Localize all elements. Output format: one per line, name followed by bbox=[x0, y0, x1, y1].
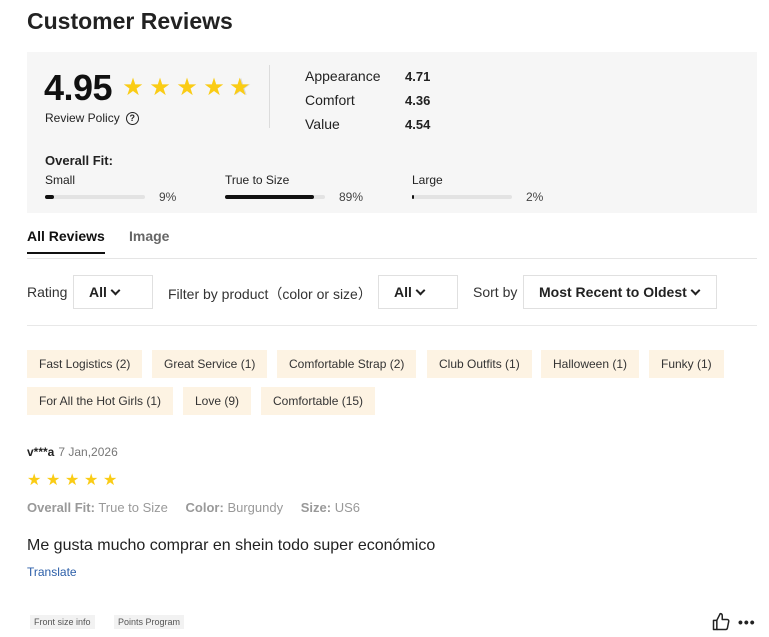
metric-row: Appearance 4.71 bbox=[305, 64, 430, 88]
chevron-down-icon bbox=[415, 285, 426, 295]
review-item: v***a 7 Jan,2026 ★ ★ ★ ★ ★ Overall Fit: T… bbox=[27, 445, 757, 579]
fit-key: Overall Fit: bbox=[27, 500, 95, 515]
metric-value: 4.71 bbox=[405, 68, 431, 84]
fit-percent: 89% bbox=[339, 190, 364, 204]
tab-all-reviews[interactable]: All Reviews bbox=[27, 228, 105, 254]
sort-label: Sort by bbox=[473, 284, 518, 300]
fit-progress-bar bbox=[45, 195, 145, 199]
reviewer-name: v***a bbox=[27, 445, 55, 459]
star-icon: ★ bbox=[84, 472, 99, 489]
size-value: US6 bbox=[334, 500, 360, 515]
chevron-down-icon bbox=[110, 285, 121, 295]
product-filter-label: Filter by product（color or size） bbox=[168, 286, 372, 302]
summary-divider bbox=[269, 65, 270, 128]
review-date: 7 Jan,2026 bbox=[58, 445, 118, 459]
review-policy-label: Review Policy bbox=[45, 111, 120, 125]
review-stars: ★ ★ ★ ★ ★ bbox=[27, 473, 117, 489]
star-icon: ★ bbox=[122, 74, 144, 101]
review-tag[interactable]: Club Outfits (1) bbox=[427, 350, 532, 378]
fit-progress-bar bbox=[412, 195, 512, 199]
fit-label: Large bbox=[412, 173, 443, 187]
reviewer-line: v***a 7 Jan,2026 bbox=[27, 445, 757, 459]
review-tabs: All Reviews Image bbox=[27, 228, 757, 259]
rating-filter-label: Rating bbox=[27, 284, 68, 300]
review-tag[interactable]: Love (9) bbox=[183, 387, 252, 415]
fit-small: Small 9% bbox=[45, 173, 176, 204]
chevron-down-icon bbox=[690, 285, 701, 295]
star-icon: ★ bbox=[103, 472, 118, 489]
overall-rating-stars: ★ ★ ★ ★ ★ ★ bbox=[121, 76, 253, 100]
translate-link[interactable]: Translate bbox=[27, 565, 77, 579]
review-tag[interactable]: Halloween (1) bbox=[541, 350, 640, 378]
product-filter-select[interactable]: All bbox=[378, 275, 458, 309]
review-tag[interactable]: Fast Logistics (2) bbox=[27, 350, 143, 378]
fit-percent: 9% bbox=[159, 190, 177, 204]
review-policy-link[interactable]: Review Policy ? bbox=[45, 111, 139, 125]
review-tag[interactable]: For All the Hot Girls (1) bbox=[27, 387, 174, 415]
fit-value: True to Size bbox=[98, 500, 168, 515]
overall-fit-title: Overall Fit: bbox=[45, 153, 113, 168]
size-key: Size: bbox=[300, 500, 332, 515]
product-filter-value: All bbox=[394, 284, 412, 300]
thumbs-up-icon[interactable] bbox=[711, 612, 731, 637]
fit-label: Small bbox=[45, 173, 76, 187]
rating-metrics: Appearance 4.71 Comfort 4.36 Value 4.54 bbox=[305, 64, 430, 136]
filter-bar: Rating All Filter by product（color or si… bbox=[27, 275, 757, 309]
fit-progress-bar bbox=[225, 195, 325, 199]
review-text: Me gusta mucho comprar en shein todo sup… bbox=[27, 537, 436, 554]
review-tag[interactable]: Great Service (1) bbox=[152, 350, 268, 378]
sort-select[interactable]: Most Recent to Oldest bbox=[523, 275, 717, 309]
fit-true-to-size: True to Size 89% bbox=[225, 173, 363, 204]
metric-row: Value 4.54 bbox=[305, 112, 430, 136]
tab-image[interactable]: Image bbox=[129, 228, 169, 252]
help-circle-icon: ? bbox=[125, 111, 139, 125]
rating-filter-select[interactable]: All bbox=[73, 275, 153, 309]
rating-summary-panel: 4.95 ★ ★ ★ ★ ★ ★ Review Policy ? Appearan… bbox=[27, 52, 757, 213]
color-key: Color: bbox=[185, 500, 224, 515]
review-tag[interactable]: Funky (1) bbox=[649, 350, 724, 378]
metric-label: Comfort bbox=[305, 92, 355, 108]
fit-label: True to Size bbox=[225, 173, 290, 187]
metric-label: Value bbox=[305, 116, 340, 132]
metric-value: 4.54 bbox=[405, 116, 431, 132]
metric-row: Comfort 4.36 bbox=[305, 88, 430, 112]
review-tag[interactable]: Comfortable Strap (2) bbox=[277, 350, 417, 378]
star-icon: ★ ★ bbox=[229, 74, 252, 101]
metric-value: 4.36 bbox=[405, 92, 431, 108]
star-icon: ★ bbox=[203, 74, 225, 101]
overall-score: 4.95 bbox=[44, 67, 113, 108]
star-icon: ★ bbox=[46, 472, 61, 489]
page-title: Customer Reviews bbox=[27, 8, 233, 34]
points-program-badge: Points Program bbox=[114, 615, 185, 629]
rating-filter-value: All bbox=[89, 284, 107, 300]
star-icon: ★ bbox=[176, 74, 198, 101]
color-value: Burgundy bbox=[227, 500, 284, 515]
star-icon: ★ bbox=[65, 472, 80, 489]
fit-large: Large 2% bbox=[412, 173, 543, 204]
star-icon: ★ bbox=[27, 472, 42, 489]
metric-label: Appearance bbox=[305, 68, 381, 84]
fit-percent: 2% bbox=[526, 190, 544, 204]
review-footer: Front size info Points Program ••• bbox=[8, 612, 768, 634]
sort-value: Most Recent to Oldest bbox=[539, 284, 687, 300]
filter-divider bbox=[27, 325, 757, 326]
star-icon: ★ bbox=[149, 74, 171, 101]
review-tag[interactable]: Comfortable (15) bbox=[261, 387, 376, 415]
review-attributes: Overall Fit: True to Size Color: Burgund… bbox=[27, 500, 374, 515]
promo-badge: Front size info bbox=[30, 615, 95, 629]
more-dots-icon[interactable]: ••• bbox=[738, 614, 756, 630]
